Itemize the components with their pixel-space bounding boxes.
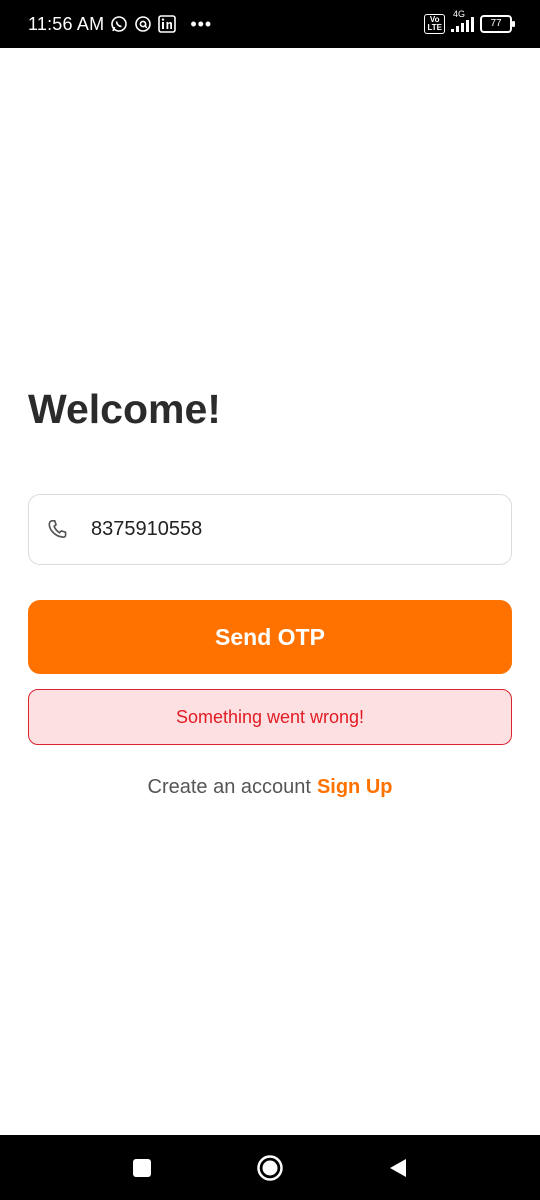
home-icon: [257, 1154, 283, 1181]
navigation-bar: [0, 1135, 540, 1200]
error-text: Something went wrong!: [175, 706, 365, 727]
home-button[interactable]: [250, 1148, 290, 1188]
network-type-label: 4G: [453, 9, 466, 19]
error-message: Something went wrong!: [28, 689, 512, 745]
phone-input[interactable]: [89, 517, 473, 542]
page-title: Welcome!: [28, 386, 221, 432]
status-right: Vo LTE 4G 77: [424, 9, 515, 34]
volte-icon: Vo LTE: [424, 14, 445, 34]
back-button[interactable]: [378, 1148, 418, 1188]
battery-level: 77: [490, 18, 502, 29]
more-dots-icon: •••: [190, 13, 213, 34]
at-sign-icon: [134, 15, 152, 33]
back-icon: [390, 1158, 406, 1177]
status-left: 11:56 AM •••: [28, 14, 212, 35]
whatsapp-icon: [110, 15, 128, 33]
phone-field[interactable]: [28, 494, 512, 565]
send-otp-button[interactable]: Send OTP: [28, 600, 512, 674]
linkedin-icon: [158, 15, 177, 33]
signup-link[interactable]: Sign Up: [317, 776, 393, 798]
status-bar: 11:56 AM ••• Vo LTE 4G 77: [0, 0, 540, 48]
status-time: 11:56 AM: [28, 13, 105, 34]
recents-button[interactable]: [122, 1148, 162, 1188]
phone-icon: [45, 516, 73, 544]
signup-prompt: Create an account: [147, 776, 311, 798]
signal-icon: 4G: [451, 9, 474, 32]
signup-row: Create an account Sign Up: [0, 776, 540, 799]
battery-icon: 77: [480, 15, 515, 33]
recents-icon: [133, 1158, 151, 1177]
